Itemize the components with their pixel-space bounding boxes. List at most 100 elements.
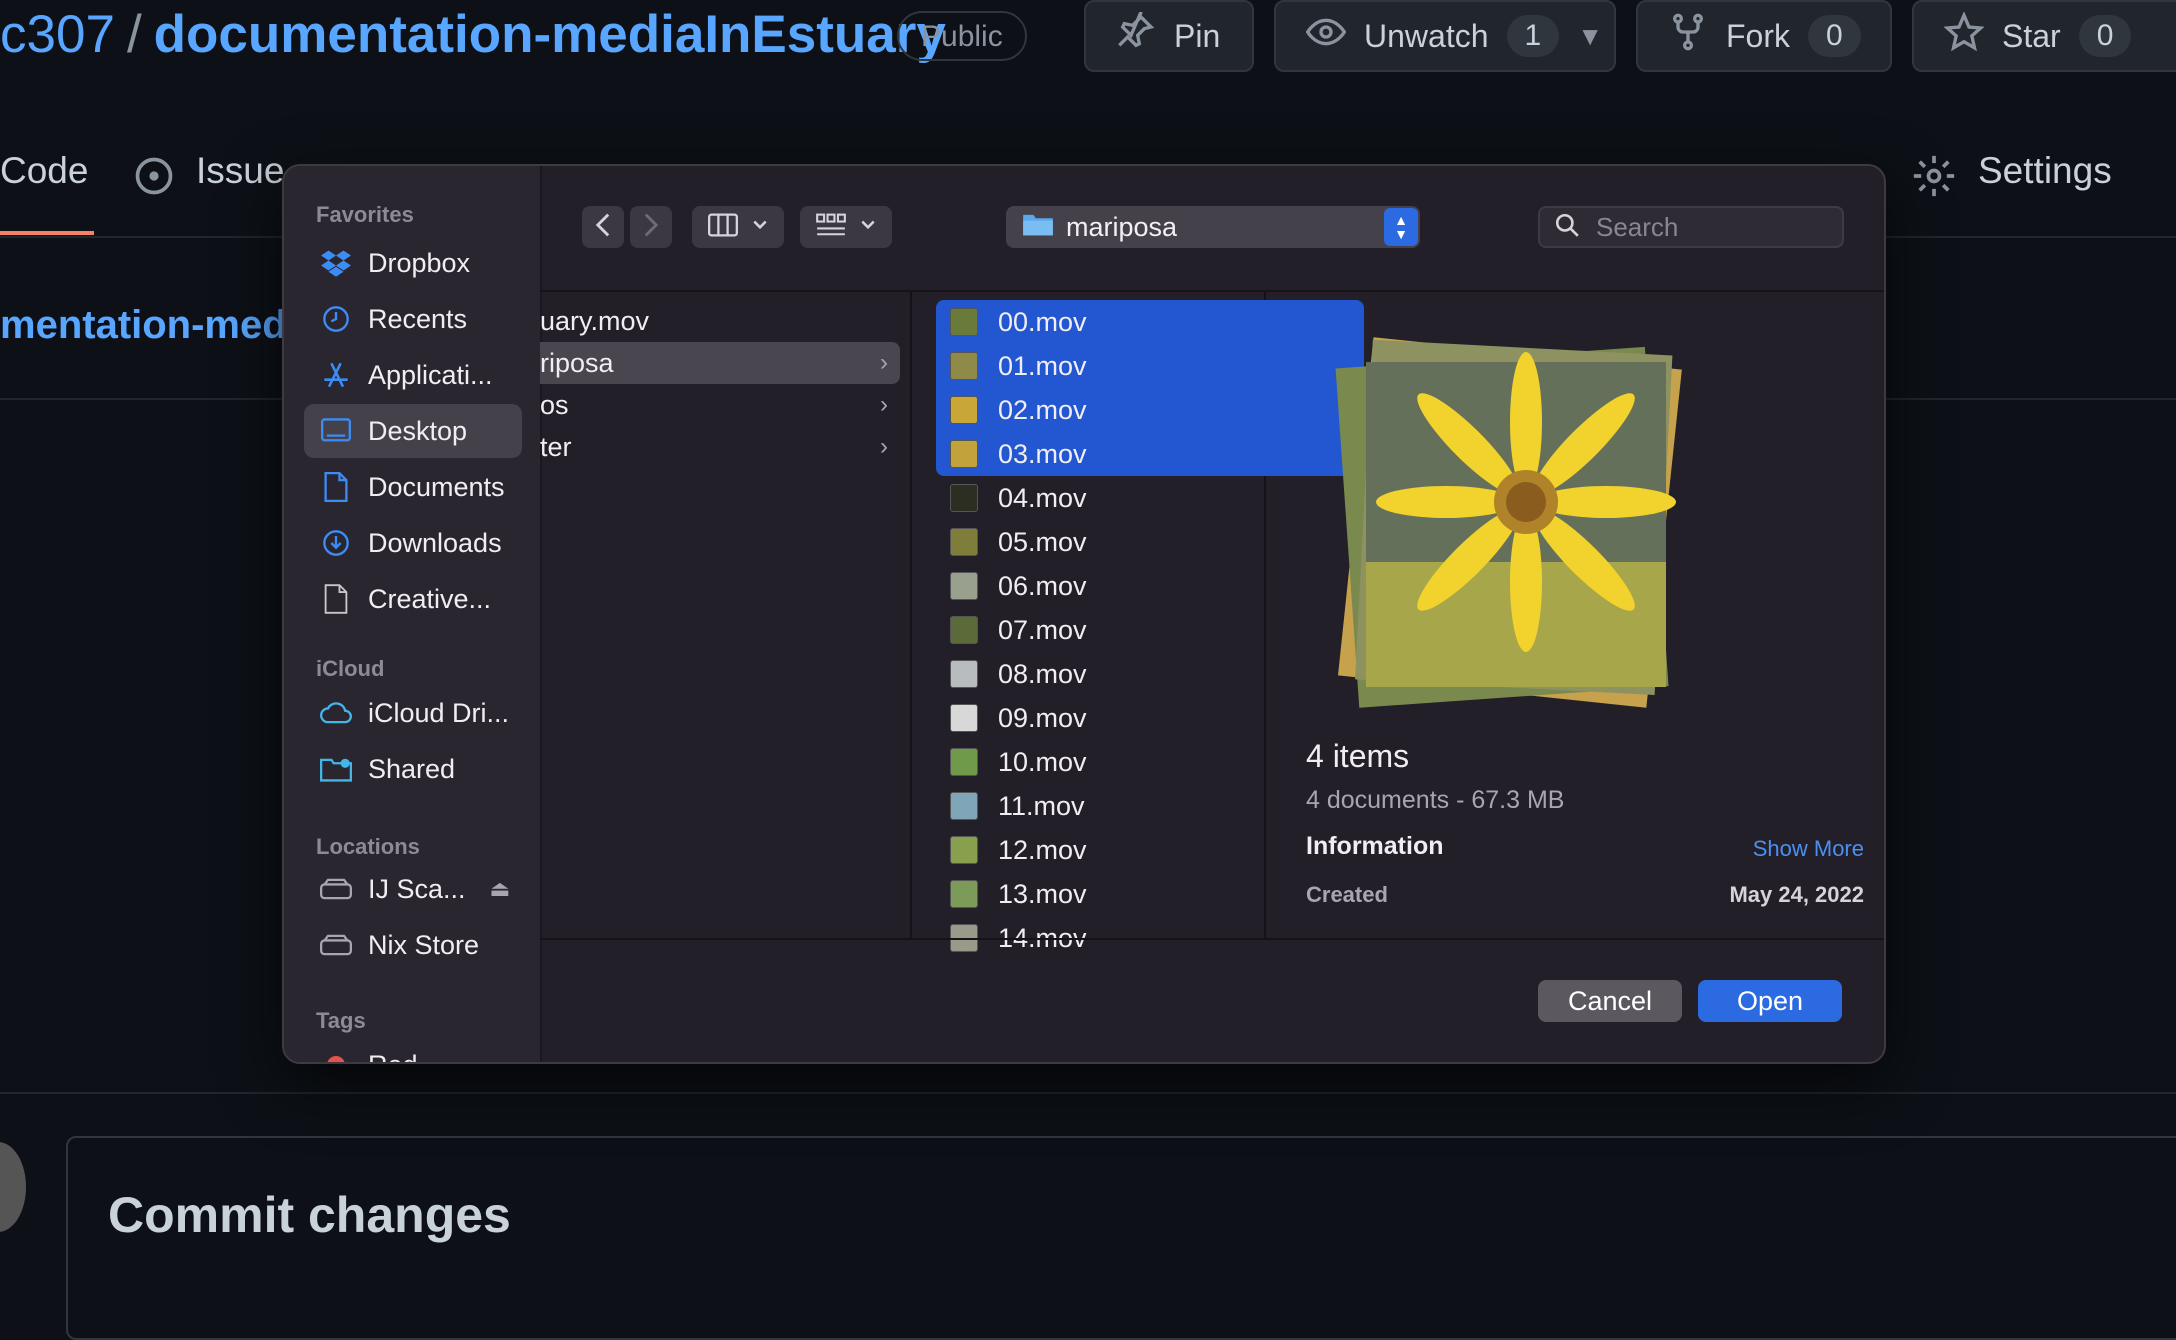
file-name: 02.mov: [998, 394, 1087, 425]
sidebar-item-recents[interactable]: Recents: [304, 292, 522, 346]
chevron-down-icon: ▼: [1577, 20, 1603, 51]
file-list-column: 00.mov 01.mov 02.mov 03.mov 04.mov 05.mov 06.m…: [912, 292, 1364, 953]
view-mode-button[interactable]: [692, 206, 784, 248]
file-name: 04.mov: [998, 482, 1087, 513]
video-thumbnail-icon: [950, 660, 978, 688]
pin-button[interactable]: Pin: [1084, 0, 1254, 72]
file-name: 05.mov: [998, 526, 1087, 557]
fork-button[interactable]: Fork 0: [1636, 0, 1892, 72]
tab-code[interactable]: Code: [0, 150, 88, 192]
columns-view-icon: [708, 212, 738, 242]
drive-icon: [320, 873, 352, 905]
folder-icon: [1022, 211, 1054, 244]
folder-location-select[interactable]: mariposa ▲ ▼: [1006, 206, 1420, 248]
open-file-dialog: Favorites Dropbox Recents Applicati... D…: [282, 164, 1886, 1064]
chevron-right-icon: ›: [880, 349, 888, 376]
video-thumbnail-icon: [950, 528, 978, 556]
video-thumbnail-icon: [950, 836, 978, 864]
star-button[interactable]: Star 0: [1912, 0, 2176, 72]
list-item-selected-folder[interactable]: riposa ›: [540, 342, 900, 384]
sidebar-item-shared[interactable]: Shared: [304, 742, 522, 796]
drive-icon: [320, 929, 352, 961]
sidebar-item-ij-scans[interactable]: IJ Sca... ⏏: [304, 862, 522, 916]
locations-heading: Locations: [316, 834, 420, 859]
breadcrumb-separator: /: [126, 5, 142, 64]
video-thumbnail-icon: [950, 572, 978, 600]
file-name: 07.mov: [998, 614, 1087, 645]
created-value: May 24, 2022: [1729, 882, 1864, 907]
cloud-icon: [320, 697, 352, 729]
document-icon: [320, 471, 352, 503]
sidebar-item-applications[interactable]: Applicati...: [304, 348, 522, 402]
favorites-heading: Favorites: [316, 202, 414, 227]
sidebar-item-documents[interactable]: Documents: [304, 460, 522, 514]
repo-name-link[interactable]: documentation-mediaInEstuary: [154, 5, 946, 64]
avatar: [0, 1142, 26, 1232]
star-count: 0: [2078, 15, 2132, 57]
up-down-chevron-icon: ▲ ▼: [1384, 208, 1418, 246]
show-more-link[interactable]: Show More: [1753, 836, 1864, 862]
back-button[interactable]: [582, 206, 624, 248]
video-thumbnail-icon: [950, 880, 978, 908]
dropbox-icon: [320, 247, 352, 279]
preview-thumbnail: [1306, 312, 1706, 712]
chevron-right-icon: ›: [880, 391, 888, 418]
tab-code-underline: [0, 231, 94, 235]
download-icon: [320, 527, 352, 559]
file-name: 13.mov: [998, 878, 1087, 909]
sidebar-item-nix-store[interactable]: Nix Store: [304, 918, 522, 972]
preview-pane: 4 items 4 documents - 67.3 MB Informatio…: [1266, 292, 1884, 938]
unwatch-button[interactable]: Unwatch 1 ▼: [1274, 0, 1616, 72]
video-thumbnail-icon: [950, 704, 978, 732]
sidebar-item-icloud-drive[interactable]: iCloud Dri...: [304, 686, 522, 740]
sidebar-item-downloads[interactable]: Downloads: [304, 516, 522, 570]
sidebar-item-desktop[interactable]: Desktop: [304, 404, 522, 458]
dialog-sidebar: Favorites Dropbox Recents Applicati... D…: [284, 166, 542, 1062]
information-heading: Information: [1306, 832, 1444, 860]
chevron-left-icon: [594, 212, 612, 243]
eye-icon: [1305, 12, 1347, 60]
video-thumbnail-icon: [950, 352, 978, 380]
video-thumbnail-icon: [950, 440, 978, 468]
sidebar-item-tag-red[interactable]: Red: [304, 1038, 522, 1062]
repo-owner-link[interactable]: c307: [0, 5, 115, 64]
cancel-button[interactable]: Cancel: [1538, 980, 1682, 1022]
pin-icon: [1116, 11, 1156, 60]
video-thumbnail-icon: [950, 792, 978, 820]
clock-icon: [320, 303, 352, 335]
video-thumbnail-icon: [950, 748, 978, 776]
visibility-badge: Public: [897, 11, 1027, 61]
eject-icon[interactable]: ⏏: [490, 876, 511, 902]
sidebar-item-creative[interactable]: Creative...: [304, 572, 522, 626]
file-name: 06.mov: [998, 570, 1087, 601]
search-icon: [1554, 212, 1580, 243]
list-item[interactable]: os ›: [540, 384, 900, 426]
file-icon: [320, 583, 352, 615]
file-name: 12.mov: [998, 834, 1087, 865]
chevron-down-icon: [860, 218, 876, 236]
grid-icon: [816, 213, 846, 242]
list-item[interactable]: ter ›: [540, 426, 900, 468]
preview-summary: 4 documents - 67.3 MB: [1306, 786, 1565, 814]
search-input[interactable]: [1594, 210, 1828, 244]
list-item[interactable]: uary.mov: [540, 300, 900, 342]
gear-icon: [1912, 154, 1956, 203]
video-thumbnail-icon: [950, 616, 978, 644]
file-name: 00.mov: [998, 306, 1087, 337]
sidebar-item-dropbox[interactable]: Dropbox: [304, 236, 522, 290]
desktop-icon: [320, 415, 352, 447]
chevron-right-icon: ›: [880, 433, 888, 460]
forward-button[interactable]: [630, 206, 672, 248]
open-button[interactable]: Open: [1698, 980, 1842, 1022]
search-field[interactable]: [1538, 206, 1844, 248]
video-thumbnail-icon: [950, 396, 978, 424]
tab-settings[interactable]: Settings: [1978, 150, 2112, 192]
video-thumbnail-icon: [950, 484, 978, 512]
video-thumbnail-icon: [950, 308, 978, 336]
file-name: 01.mov: [998, 350, 1087, 381]
fork-count: 0: [1808, 15, 1861, 57]
group-button[interactable]: [800, 206, 892, 248]
file-path-breadcrumb[interactable]: mentation-med: [0, 303, 287, 348]
file-name: 11.mov: [998, 790, 1085, 821]
tab-issues[interactable]: Issue: [196, 150, 284, 192]
